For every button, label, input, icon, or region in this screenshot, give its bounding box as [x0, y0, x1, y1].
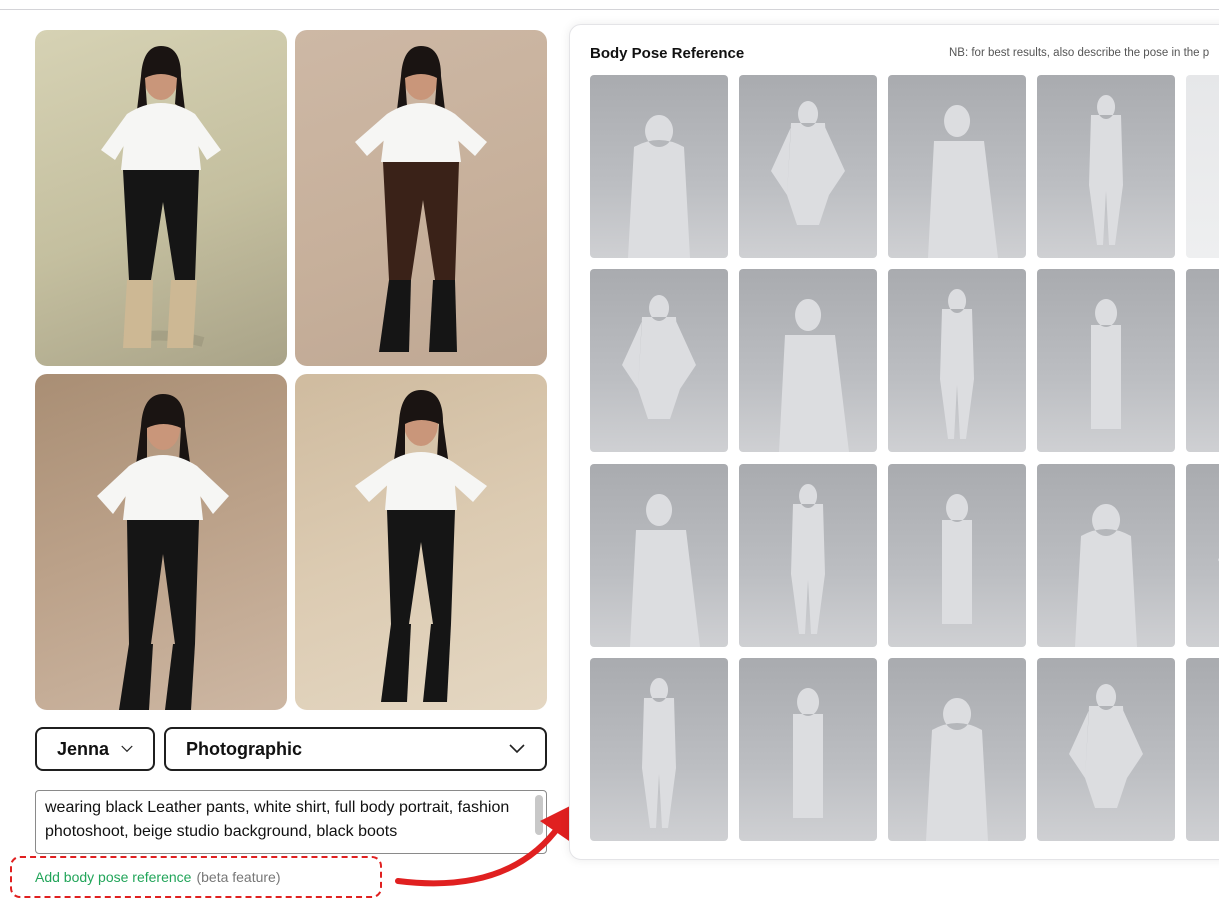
pose-panel-note: NB: for best results, also describe the … — [949, 47, 1210, 59]
mannequin-figure — [928, 105, 998, 258]
pose-thumbnail[interactable] — [1037, 75, 1175, 258]
beta-feature-note: (beta feature) — [196, 869, 281, 885]
pose-thumbnail[interactable] — [1186, 464, 1219, 647]
pose-thumbnail[interactable] — [888, 464, 1026, 647]
woman-figure — [355, 390, 487, 702]
pose-thumbnail[interactable] — [1037, 464, 1175, 647]
pose-thumbnail[interactable] — [1186, 658, 1219, 841]
mannequin-figure — [628, 115, 690, 258]
mannequin-figure — [630, 494, 700, 647]
pose-thumbnail[interactable] — [739, 75, 877, 258]
mannequin-figure — [1091, 299, 1121, 429]
pose-thumbnail[interactable] — [590, 464, 728, 647]
pose-thumbnail[interactable] — [888, 658, 1026, 841]
mannequin-figure — [930, 289, 984, 439]
mannequin-figure — [1186, 269, 1219, 452]
mannequin-figure — [1186, 658, 1219, 841]
add-pose-highlight: Add body pose reference (beta feature) — [10, 856, 382, 898]
mannequin-figure — [942, 494, 972, 624]
mannequin-figure — [1069, 684, 1143, 808]
pose-reference-panel: Body Pose Reference NB: for best results… — [569, 24, 1219, 860]
pose-thumbnail[interactable] — [888, 75, 1026, 258]
mannequin-figure — [926, 698, 988, 841]
mannequin-figure — [1186, 75, 1219, 258]
style-select-value: Photographic — [186, 738, 302, 759]
add-body-pose-reference-link[interactable]: Add body pose reference — [35, 869, 191, 885]
pose-panel-title: Body Pose Reference — [590, 45, 745, 62]
mannequin-figure — [622, 295, 696, 419]
pose-thumbnail[interactable] — [590, 658, 728, 841]
top-divider — [0, 9, 1219, 10]
generated-image-4[interactable] — [295, 374, 547, 710]
pose-thumbnail[interactable] — [1037, 269, 1175, 452]
chevron-down-icon — [121, 745, 133, 753]
pose-thumbnail[interactable] — [590, 75, 728, 258]
mannequin-figure — [771, 101, 845, 225]
pose-thumbnail[interactable] — [1037, 658, 1175, 841]
mannequin-figure — [793, 688, 823, 818]
pose-thumbnail[interactable] — [590, 269, 728, 452]
chevron-down-icon — [509, 744, 525, 754]
mannequin-figure — [781, 484, 835, 634]
character-select[interactable]: Jenna — [35, 727, 155, 771]
style-select[interactable]: Photographic — [164, 727, 547, 771]
curved-arrow-icon — [395, 803, 576, 887]
pose-thumbnail[interactable] — [1186, 75, 1219, 258]
mannequin-figure — [1079, 95, 1133, 245]
mannequin-figure — [632, 678, 686, 828]
generated-image-3[interactable] — [35, 374, 287, 710]
woman-figure — [97, 394, 229, 710]
generated-image-2[interactable] — [295, 30, 547, 366]
pose-thumbnail[interactable] — [739, 269, 877, 452]
pose-thumbnail[interactable] — [888, 269, 1026, 452]
pose-thumbnail[interactable] — [739, 658, 877, 841]
woman-figure — [101, 46, 221, 348]
mannequin-figure — [1075, 504, 1137, 647]
pose-thumbnail[interactable] — [1186, 269, 1219, 452]
pose-thumbnail[interactable] — [739, 464, 877, 647]
mannequin-figure — [1218, 557, 1219, 562]
generated-image-1[interactable] — [35, 30, 287, 366]
mannequin-figure — [779, 299, 849, 452]
woman-figure — [355, 46, 487, 352]
character-select-value: Jenna — [57, 738, 110, 759]
